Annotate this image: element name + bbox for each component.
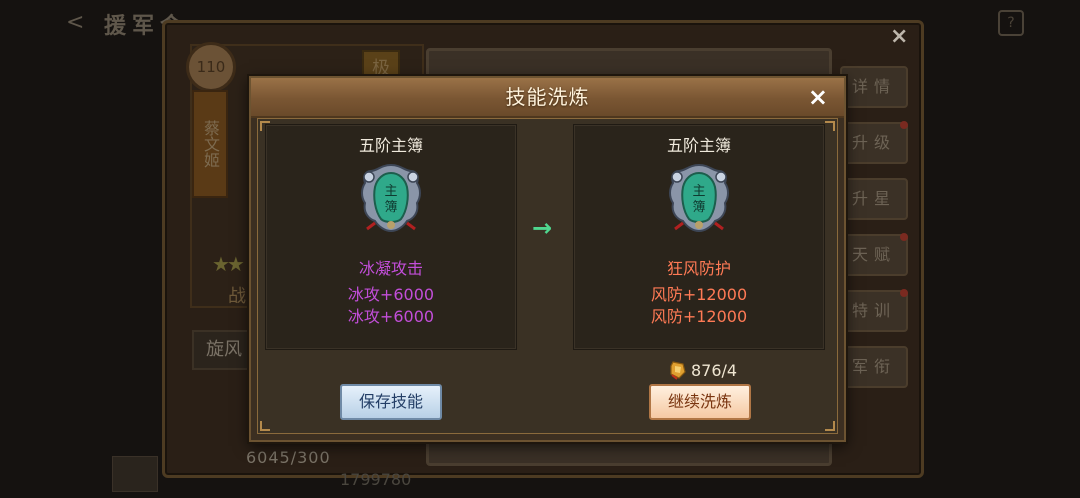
continue-refine-button[interactable]: 继续洗炼 xyxy=(649,384,751,420)
refine-stone-icon xyxy=(670,361,686,380)
skill-badge-icon: 主 簿 xyxy=(669,163,729,233)
hero-rank-label: 战 xyxy=(228,286,246,307)
svg-text:簿: 簿 xyxy=(692,200,705,215)
bottom-number: 1799780 xyxy=(340,470,412,489)
current-skill-card: 五阶主簿 主 簿 冰凝攻击 冰攻+6000 冰攻+6000 xyxy=(265,124,517,350)
hero-name-ribbon: 蔡文姬 xyxy=(192,90,228,198)
svg-text:主: 主 xyxy=(692,184,705,199)
notification-dot xyxy=(900,121,908,129)
svg-text:主: 主 xyxy=(384,184,397,199)
skill-rank-name: 五阶主簿 xyxy=(358,136,423,155)
side-button-rank[interactable]: 军衔 xyxy=(840,346,908,388)
hero-stars-icon: ★★ xyxy=(212,252,245,276)
corner-ornament xyxy=(825,421,835,431)
skill-refine-dialog: 技能洗炼 × 五阶主簿 主 簿 冰凝攻击 冰攻+6000 冰攻+6000 → 五… xyxy=(249,76,846,442)
help-icon[interactable]: ? xyxy=(998,10,1024,36)
side-button-talent-label: 天赋 xyxy=(851,245,896,264)
refine-cost: 876/4 xyxy=(669,360,737,380)
skill-stat: 冰攻+6000 xyxy=(347,285,435,304)
refine-cost-count: 876/4 xyxy=(691,360,738,380)
svg-text:簿: 簿 xyxy=(384,200,397,215)
dialog-header: 技能洗炼 × xyxy=(251,78,844,118)
skill-badge-icon: 主 簿 xyxy=(361,163,421,233)
skill-stat: 冰攻+6000 xyxy=(347,307,435,326)
skill-rank-name: 五阶主簿 xyxy=(666,136,731,155)
corner-ornament xyxy=(260,421,270,431)
notification-dot xyxy=(900,233,908,241)
close-icon[interactable]: × xyxy=(808,82,828,112)
notification-dot xyxy=(900,289,908,297)
skill-stat: 风防+12000 xyxy=(650,285,748,304)
arrow-right-icon: → xyxy=(532,214,553,242)
side-button-details[interactable]: 详情 xyxy=(840,66,908,108)
skill-effect-name: 狂风防护 xyxy=(666,259,731,278)
skill-tab[interactable]: 旋风 xyxy=(192,330,256,370)
refined-skill-card: 五阶主簿 主 簿 狂风防护 风防+12000 风防+12000 xyxy=(573,124,825,350)
side-button-training[interactable]: 特训 xyxy=(840,289,908,332)
save-skill-button[interactable]: 保存技能 xyxy=(340,384,442,420)
resource-count: 6045/300 xyxy=(246,448,331,467)
corner-ornament xyxy=(825,121,835,131)
back-arrow-icon[interactable]: < xyxy=(66,10,84,35)
side-button-star[interactable]: 升星 xyxy=(840,178,908,220)
side-button-talent[interactable]: 天赋 xyxy=(840,233,908,276)
side-button-upgrade[interactable]: 升级 xyxy=(840,121,908,164)
side-button-upgrade-label: 升级 xyxy=(851,133,896,152)
dialog-title: 技能洗炼 xyxy=(505,85,590,109)
background-close-icon[interactable]: × xyxy=(890,24,908,49)
bottom-left-button[interactable] xyxy=(112,456,158,492)
skill-stat: 风防+12000 xyxy=(650,307,748,326)
skill-effect-name: 冰凝攻击 xyxy=(358,259,423,278)
hero-level-badge: 110 xyxy=(186,42,236,92)
side-button-training-label: 特训 xyxy=(851,301,896,320)
